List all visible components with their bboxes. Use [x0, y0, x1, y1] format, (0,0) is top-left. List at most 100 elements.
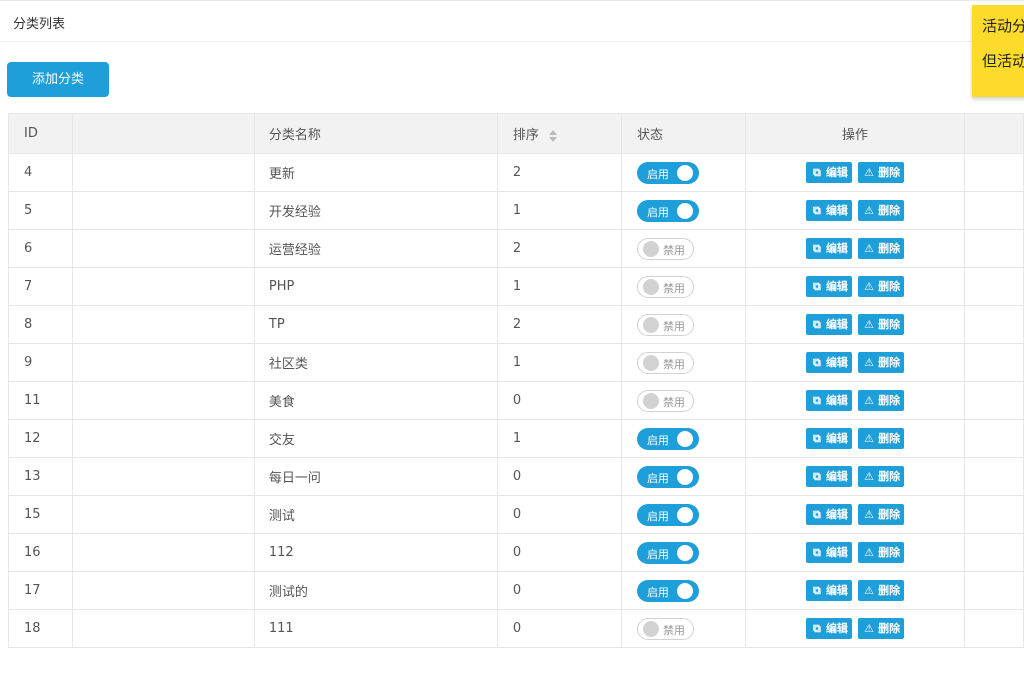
edit-button[interactable]: ⧉ 编辑: [805, 276, 852, 297]
column-header-blank: [71, 113, 255, 154]
cell-extra: [963, 229, 1024, 268]
toggle-knob: [642, 278, 659, 295]
warning-icon: ⚠: [864, 242, 875, 255]
warning-icon: ⚠: [864, 622, 875, 635]
status-toggle[interactable]: 启用: [636, 465, 699, 488]
delete-button[interactable]: ⚠ 删除: [858, 162, 905, 183]
edit-button[interactable]: ⧉ 编辑: [805, 238, 852, 259]
status-toggle-label: 启用: [646, 509, 669, 523]
copy-icon: ⧉: [813, 508, 821, 521]
cell-status: 启用: [620, 571, 747, 610]
edit-label: 编辑: [825, 394, 848, 407]
toggle-knob: [676, 544, 693, 561]
cell-id: 18: [8, 609, 73, 648]
table-row: 9 社区类 1 禁用 ⧉ 编辑 ⚠ 删除: [8, 343, 1024, 382]
sort-arrows-icon[interactable]: [548, 129, 557, 142]
delete-button[interactable]: ⚠ 删除: [858, 428, 905, 449]
edit-button[interactable]: ⧉ 编辑: [805, 580, 852, 601]
cell-status: 启用: [620, 191, 747, 230]
delete-button[interactable]: ⚠ 删除: [858, 618, 905, 639]
cell-blank: [71, 343, 255, 382]
status-toggle[interactable]: 禁用: [636, 351, 694, 374]
toggle-knob: [676, 164, 693, 181]
cell-sort: 1: [496, 343, 622, 382]
cell-blank: [71, 495, 255, 534]
toggle-knob: [676, 582, 693, 599]
cell-extra: [963, 153, 1024, 192]
status-toggle[interactable]: 禁用: [636, 237, 694, 260]
status-toggle[interactable]: 启用: [636, 579, 699, 602]
delete-button[interactable]: ⚠ 删除: [858, 580, 905, 601]
delete-label: 删除: [878, 204, 901, 217]
status-toggle[interactable]: 禁用: [636, 275, 694, 298]
page-header: 分类列表: [0, 0, 1024, 42]
edit-button[interactable]: ⧉ 编辑: [805, 352, 852, 373]
toggle-knob: [642, 354, 659, 371]
cell-id: 8: [8, 305, 73, 344]
cell-ops: ⧉ 编辑 ⚠ 删除: [745, 495, 965, 534]
edit-label: 编辑: [825, 584, 848, 597]
edit-button[interactable]: ⧉ 编辑: [805, 542, 852, 563]
edit-button[interactable]: ⧉ 编辑: [805, 162, 852, 183]
status-toggle[interactable]: 启用: [636, 503, 699, 526]
status-toggle[interactable]: 禁用: [636, 617, 694, 640]
warning-icon: ⚠: [864, 508, 875, 521]
cell-sort: 2: [496, 229, 622, 268]
toggle-knob: [642, 316, 659, 333]
cell-id: 4: [8, 153, 73, 192]
edit-button[interactable]: ⧉ 编辑: [805, 504, 852, 525]
column-header-name: 分类名称: [253, 113, 498, 154]
status-toggle[interactable]: 启用: [636, 541, 699, 564]
cell-extra: [963, 609, 1024, 648]
column-header-sort[interactable]: 排序: [496, 113, 622, 154]
category-table: ID 分类名称 排序 状态 操作 4 更新 2 启用 ⧉ 编辑 ⚠ 删除 5 开发经…: [8, 113, 1024, 648]
edit-button[interactable]: ⧉ 编辑: [805, 466, 852, 487]
edit-label: 编辑: [825, 166, 848, 179]
cell-id: 17: [8, 571, 73, 610]
edit-button[interactable]: ⧉ 编辑: [805, 618, 852, 639]
delete-label: 删除: [878, 584, 901, 597]
cell-id: 6: [8, 229, 73, 268]
toggle-knob: [676, 468, 693, 485]
toggle-knob: [676, 202, 693, 219]
copy-icon: ⧉: [813, 470, 821, 483]
delete-label: 删除: [878, 470, 901, 483]
delete-label: 删除: [878, 280, 901, 293]
status-toggle[interactable]: 禁用: [636, 313, 694, 336]
edit-button[interactable]: ⧉ 编辑: [805, 428, 852, 449]
cell-sort: 1: [496, 267, 622, 306]
cell-extra: [963, 305, 1024, 344]
delete-button[interactable]: ⚠ 删除: [858, 352, 905, 373]
delete-button[interactable]: ⚠ 删除: [858, 390, 905, 411]
delete-button[interactable]: ⚠ 删除: [858, 314, 905, 335]
delete-button[interactable]: ⚠ 删除: [858, 276, 905, 297]
edit-button[interactable]: ⧉ 编辑: [805, 390, 852, 411]
edit-label: 编辑: [825, 356, 848, 369]
add-category-button[interactable]: 添加分类: [7, 62, 109, 97]
cell-id: 15: [8, 495, 73, 534]
cell-name: 美食: [253, 381, 498, 420]
status-toggle[interactable]: 启用: [636, 427, 699, 450]
edit-button[interactable]: ⧉ 编辑: [805, 314, 852, 335]
delete-button[interactable]: ⚠ 删除: [858, 238, 905, 259]
column-header-sort-label: 排序: [512, 128, 539, 143]
status-toggle-label: 禁用: [662, 319, 685, 333]
cell-extra: [963, 571, 1024, 610]
delete-button[interactable]: ⚠ 删除: [858, 466, 905, 487]
delete-button[interactable]: ⚠ 删除: [858, 504, 905, 525]
warning-icon: ⚠: [864, 584, 875, 597]
cell-ops: ⧉ 编辑 ⚠ 删除: [745, 191, 965, 230]
delete-button[interactable]: ⚠ 删除: [858, 200, 905, 221]
cell-sort: 0: [496, 571, 622, 610]
delete-button[interactable]: ⚠ 删除: [858, 542, 905, 563]
cell-blank: [71, 533, 255, 572]
status-toggle[interactable]: 启用: [636, 199, 699, 222]
status-toggle[interactable]: 启用: [636, 161, 699, 184]
status-toggle-label: 启用: [646, 205, 669, 219]
status-toggle[interactable]: 禁用: [636, 389, 694, 412]
delete-label: 删除: [878, 356, 901, 369]
cell-status: 启用: [620, 495, 747, 534]
table-header-row: ID 分类名称 排序 状态 操作: [8, 113, 1024, 154]
table-row: 8 TP 2 禁用 ⧉ 编辑 ⚠ 删除: [8, 305, 1024, 344]
edit-button[interactable]: ⧉ 编辑: [805, 200, 852, 221]
